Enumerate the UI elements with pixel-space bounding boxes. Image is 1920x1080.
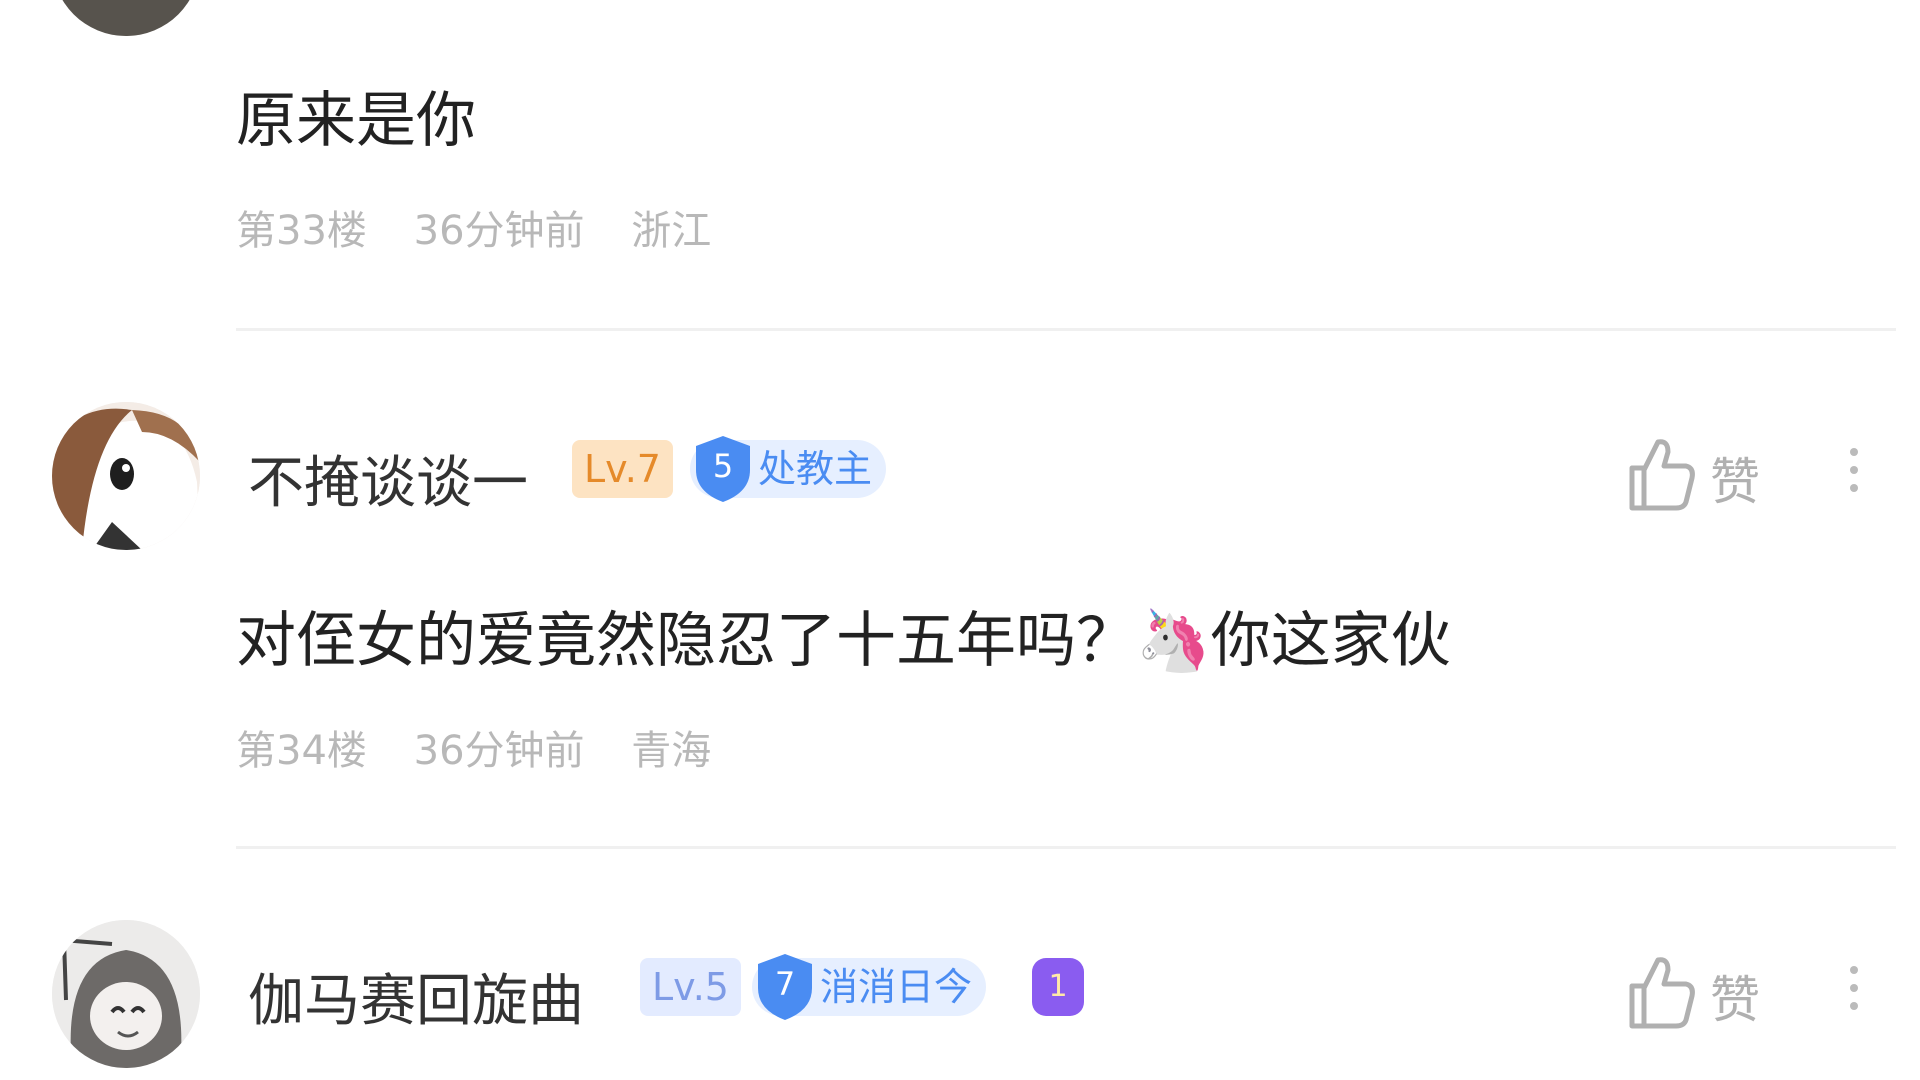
username[interactable]: 伽马赛回旋曲: [248, 956, 584, 1037]
fan-badge[interactable]: 7 消消日今: [752, 954, 987, 1020]
fan-badge-number: 5: [712, 447, 734, 485]
comment-list: 原来是你 第33楼 36分钟前 浙江 不掩谈谈一 Lv.7 5 处教主 赞 对侄…: [0, 0, 1920, 1080]
more-vertical-icon[interactable]: [1840, 958, 1868, 1038]
like-button[interactable]: 赞: [1626, 436, 1786, 516]
shield-badge-icon: 7: [754, 952, 816, 1022]
level-badge: Lv.5: [640, 958, 741, 1016]
like-label: 赞: [1710, 971, 1760, 1029]
comment-meta: 第33楼 36分钟前 浙江: [236, 198, 745, 256]
floor-number: 第33楼: [236, 208, 367, 254]
like-label: 赞: [1710, 453, 1760, 511]
comment-time: 36分钟前: [413, 208, 585, 254]
more-vertical-icon[interactable]: [1840, 440, 1868, 520]
like-button[interactable]: 赞: [1626, 954, 1786, 1034]
avatar[interactable]: [52, 402, 200, 550]
extra-badge: 1: [1032, 958, 1084, 1016]
username[interactable]: 不掩谈谈一: [248, 438, 528, 519]
level-badge: Lv.7: [572, 440, 673, 498]
comment-text: 对侄女的爱竟然隐忍了十五年吗？🦄你这家伙: [236, 606, 1451, 676]
comment-time: 36分钟前: [413, 728, 585, 774]
divider: [236, 846, 1896, 849]
avatar[interactable]: [52, 0, 200, 36]
divider: [236, 328, 1896, 331]
fan-badge-title: 处教主: [758, 447, 873, 491]
shield-badge-icon: 5: [692, 434, 754, 504]
comment-text: 原来是你: [236, 86, 476, 156]
avatar[interactable]: [52, 920, 200, 1068]
floor-number: 第34楼: [236, 728, 367, 774]
comment-location: 青海: [631, 728, 712, 774]
fan-badge-number: 7: [774, 965, 796, 1003]
fan-badge-title: 消消日今: [820, 965, 973, 1009]
comment-location: 浙江: [631, 208, 712, 254]
comment-meta: 第34楼 36分钟前 青海: [236, 718, 745, 776]
thumbs-up-icon: [1629, 439, 1695, 511]
thumbs-up-icon: [1629, 957, 1695, 1029]
fan-badge[interactable]: 5 处教主: [690, 436, 887, 502]
